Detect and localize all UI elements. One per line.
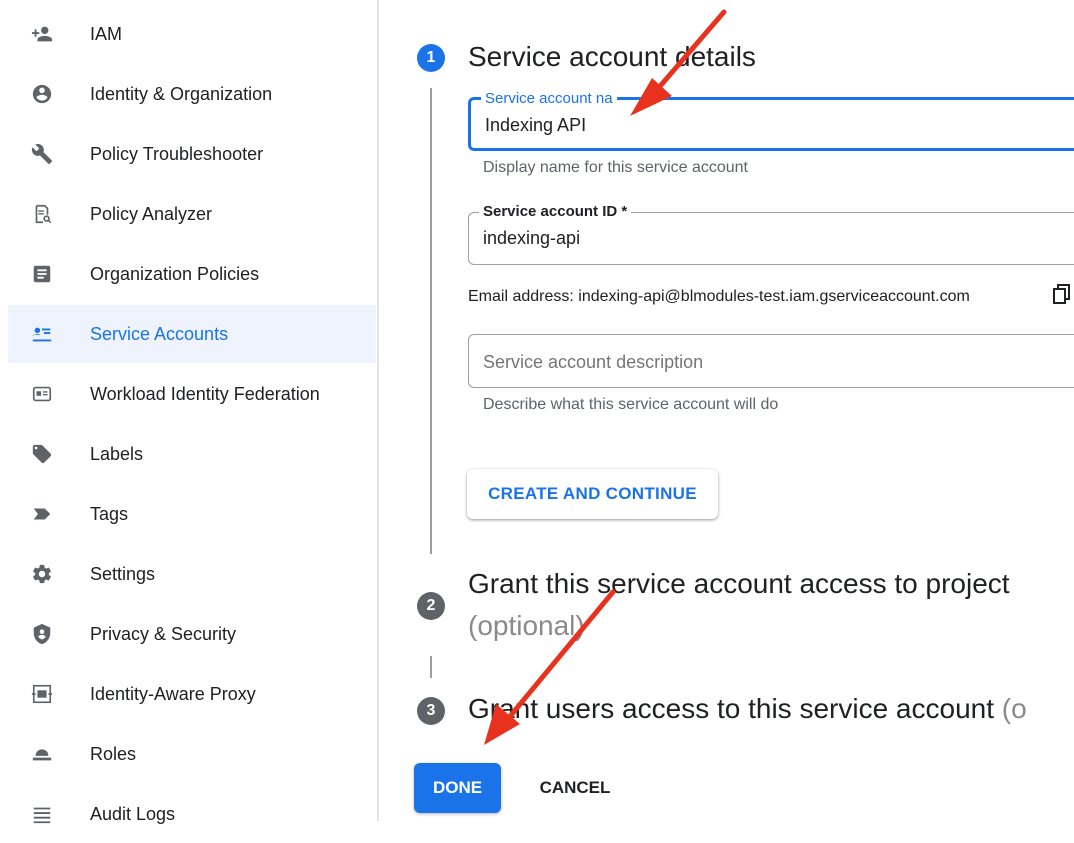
service-account-name-helper: Display name for this service account xyxy=(483,159,748,176)
sidebar-item-service-accounts[interactable]: Service Accounts xyxy=(8,305,376,363)
service-account-description-helper: Describe what this service account will … xyxy=(483,396,779,413)
sidebar-item-identity-aware-proxy[interactable]: Identity-Aware Proxy xyxy=(8,665,376,723)
step-1-badge: 1 xyxy=(417,44,445,72)
service-account-id-label: Service account ID * xyxy=(479,203,632,220)
id-card-icon xyxy=(30,382,54,406)
sidebar-item-label: Tags xyxy=(90,503,129,524)
service-account-description-input[interactable] xyxy=(483,352,1043,373)
sidebar-item-label: Workload Identity Federation xyxy=(90,383,320,404)
document-search-icon xyxy=(30,202,54,226)
step-2-title: Grant this service account access to pro… xyxy=(468,568,1010,599)
cancel-button[interactable]: CANCEL xyxy=(520,763,630,813)
sidebar-item-settings[interactable]: Settings xyxy=(8,545,376,603)
sidebar-item-privacy-security[interactable]: Privacy & Security xyxy=(8,605,376,663)
sidebar-item-label: Identity-Aware Proxy xyxy=(90,683,256,704)
gear-icon xyxy=(30,562,54,586)
sidebar-item-iam[interactable]: IAM xyxy=(8,5,376,63)
sidebar-item-label: Labels xyxy=(90,443,144,464)
create-and-continue-button[interactable]: CREATE AND CONTINUE xyxy=(467,469,718,519)
done-button[interactable]: DONE xyxy=(414,763,501,813)
step-2-optional: (optional) xyxy=(468,610,585,642)
account-circle-icon xyxy=(30,82,54,106)
sidebar-item-label: Audit Logs xyxy=(90,803,176,824)
sidebar-item-organization-policies[interactable]: Organization Policies xyxy=(8,245,376,303)
sidebar-item-label: Service Accounts xyxy=(90,323,229,344)
add-person-icon xyxy=(30,22,54,46)
sidebar-item-policy-troubleshooter[interactable]: Policy Troubleshooter xyxy=(8,125,376,183)
sidebar-item-label: Privacy & Security xyxy=(90,623,237,644)
step-3-optional-text: (o xyxy=(1001,693,1027,724)
service-account-name-label: Service account na xyxy=(481,90,617,107)
service-account-name-field[interactable]: Service account na xyxy=(468,90,1074,151)
label-icon xyxy=(30,442,54,466)
step-1-title: Service account details xyxy=(468,41,756,72)
step-3-title: Grant users access to this service accou… xyxy=(468,693,1027,725)
step-2-badge: 2 xyxy=(417,592,445,620)
sidebar-item-identity-organization[interactable]: Identity & Organization xyxy=(8,65,376,123)
roles-hat-icon xyxy=(30,742,54,766)
wrench-icon xyxy=(30,142,54,166)
step-2-optional-text: (optional) xyxy=(468,610,585,641)
sidebar-item-labels[interactable]: Labels xyxy=(8,425,376,483)
policy-document-icon xyxy=(30,262,54,286)
sidebar-item-label: Roles xyxy=(90,743,137,764)
sidebar-divider xyxy=(377,0,379,821)
sidebar-item-workload-identity-federation[interactable]: Workload Identity Federation xyxy=(8,365,376,423)
list-icon xyxy=(30,802,54,826)
step-3-badge: 3 xyxy=(417,697,445,725)
service-account-id-input[interactable] xyxy=(483,228,1043,249)
sidebar-nav: IAM Identity & Organization Policy Troub… xyxy=(0,0,377,824)
service-account-description-field[interactable] xyxy=(468,334,1074,388)
proxy-icon xyxy=(30,682,54,706)
service-account-id-field[interactable]: Service account ID * xyxy=(468,203,1074,265)
service-account-icon xyxy=(30,322,54,346)
sidebar-item-label: Policy Troubleshooter xyxy=(90,143,264,164)
sidebar-item-tags[interactable]: Tags xyxy=(8,485,376,543)
email-address-text: Email address: indexing-api@blmodules-te… xyxy=(468,288,970,305)
step-3-title-text: Grant users access to this service accou… xyxy=(468,693,994,724)
sidebar-item-roles[interactable]: Roles xyxy=(8,725,376,783)
tag-icon xyxy=(30,502,54,526)
copy-icon[interactable] xyxy=(1052,283,1074,307)
sidebar-item-audit-logs[interactable]: Audit Logs xyxy=(8,785,376,843)
sidebar-item-label: Organization Policies xyxy=(90,263,260,284)
step-connector-line xyxy=(430,656,432,678)
sidebar-item-label: Identity & Organization xyxy=(90,83,273,104)
service-account-name-input[interactable] xyxy=(485,115,1045,136)
step-connector-line xyxy=(430,88,432,554)
sidebar-item-label: Policy Analyzer xyxy=(90,203,213,224)
sidebar-item-label: Settings xyxy=(90,563,156,584)
sidebar-item-label: IAM xyxy=(90,23,123,44)
shield-icon xyxy=(30,622,54,646)
sidebar-item-policy-analyzer[interactable]: Policy Analyzer xyxy=(8,185,376,243)
